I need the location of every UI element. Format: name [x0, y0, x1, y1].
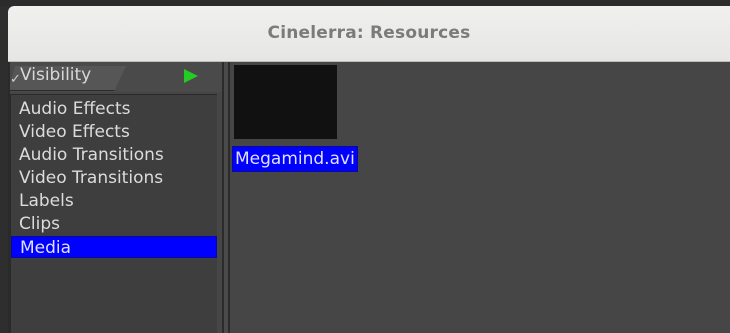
- folder-item-audio-effects[interactable]: Audio Effects: [11, 98, 217, 120]
- visibility-bar: ✓ Visibility: [8, 62, 222, 92]
- folder-item-media[interactable]: Media: [11, 236, 217, 258]
- folder-item-video-transitions[interactable]: Video Transitions: [11, 167, 217, 189]
- resource-label[interactable]: Megamind.avi: [232, 146, 358, 172]
- folder-item-clips[interactable]: Clips: [11, 213, 217, 235]
- folder-list[interactable]: Audio Effects Video Effects Audio Transi…: [10, 94, 217, 333]
- visibility-label: Visibility: [20, 65, 92, 85]
- resources-window: Cinelerra: Resources ✓ Visibility Audio …: [8, 6, 730, 333]
- folder-item-labels[interactable]: Labels: [11, 190, 217, 212]
- screen: Cinelerra: Resources ✓ Visibility Audio …: [0, 0, 730, 333]
- window-edge: [8, 62, 10, 333]
- folder-item-audio-transitions[interactable]: Audio Transitions: [11, 144, 217, 166]
- window-title: Cinelerra: Resources: [267, 23, 471, 43]
- resource-panel[interactable]: Megamind.avi: [228, 62, 730, 333]
- play-icon[interactable]: [184, 69, 198, 83]
- folder-item-video-effects[interactable]: Video Effects: [11, 121, 217, 143]
- resource-thumbnail[interactable]: [234, 65, 337, 139]
- title-bar[interactable]: Cinelerra: Resources: [8, 6, 730, 62]
- folder-panel: ✓ Visibility Audio Effects Video Effects…: [8, 62, 224, 333]
